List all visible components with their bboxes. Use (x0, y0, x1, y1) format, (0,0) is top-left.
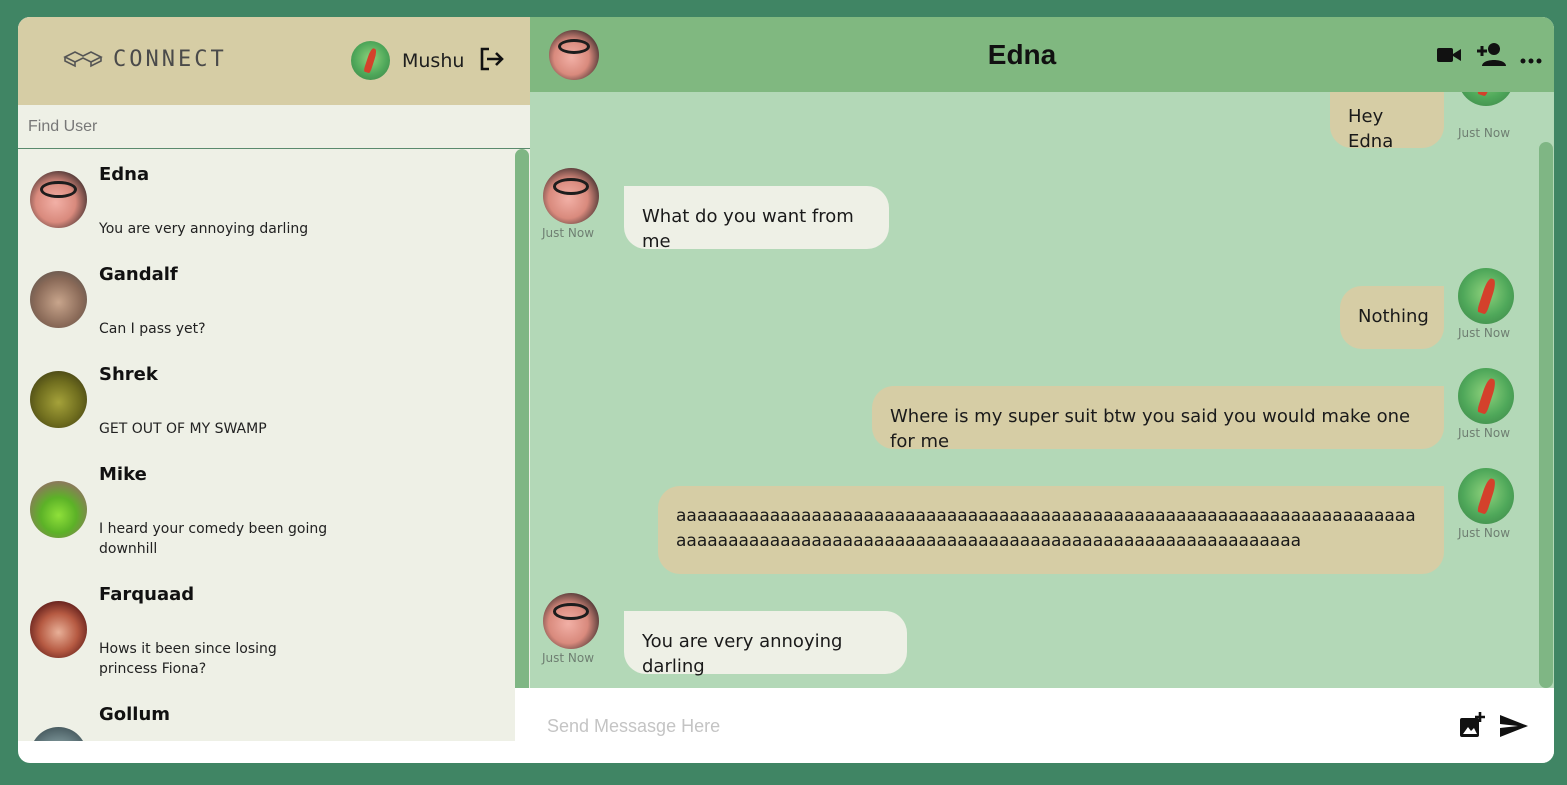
user-list-scrollbar[interactable] (515, 149, 529, 697)
app-window: CONNECT Mushu Edna (18, 17, 1554, 763)
user-item-farquaad[interactable]: Farquaad Hows it been since losing princ… (18, 569, 513, 689)
sidebar: CONNECT Mushu Edna (18, 17, 530, 741)
search-input[interactable] (18, 105, 530, 148)
message-input[interactable] (545, 710, 1429, 742)
user-item-shrek[interactable]: Shrek GET OUT OF MY SWAMP (18, 349, 513, 449)
timestamp: Just Now (1458, 526, 1511, 540)
user-last-message: I heard your comedy been going downhill (99, 521, 328, 557)
more-icon[interactable] (1520, 50, 1542, 69)
avatar (30, 481, 87, 538)
avatar (1458, 368, 1514, 424)
timestamp: Just Now (1458, 426, 1511, 440)
user-item-gandalf[interactable]: Gandalf Can I pass yet? (18, 249, 513, 349)
logout-icon[interactable] (478, 46, 506, 76)
sidebar-header: CONNECT Mushu (18, 17, 530, 105)
timestamp: Just Now (1458, 326, 1511, 340)
current-user: Mushu (351, 41, 506, 80)
avatar (543, 593, 599, 649)
message-bubble: aaaaaaaaaaaaaaaaaaaaaaaaaaaaaaaaaaaaaaaa… (658, 486, 1444, 574)
chat-scrollbar[interactable] (1539, 142, 1553, 688)
video-call-icon[interactable] (1436, 45, 1462, 69)
avatar (30, 271, 87, 328)
current-user-name: Mushu (402, 49, 465, 72)
message-composer (515, 688, 1554, 763)
chat-panel: Edna Hey Edna Just Now Just Now What do … (530, 17, 1554, 763)
chat-header: Edna (530, 17, 1554, 92)
message-bubble: Where is my super suit btw you said you … (872, 386, 1444, 452)
user-list: Edna You are very annoying darling Ganda… (18, 149, 530, 741)
send-icon[interactable] (1499, 714, 1529, 742)
avatar (1458, 92, 1514, 106)
user-item-mike[interactable]: Mike I heard your comedy been going down… (18, 449, 513, 569)
user-last-message: You are very annoying darling (99, 221, 309, 237)
user-name: Gollum (99, 704, 171, 725)
avatar (1458, 268, 1514, 324)
avatar (351, 41, 390, 80)
chat-title: Edna (987, 39, 1057, 70)
user-name: Edna (99, 164, 150, 185)
add-user-icon[interactable] (1476, 41, 1506, 71)
timestamp: Just Now (542, 651, 595, 665)
avatar (543, 168, 599, 224)
timestamp: Just Now (1458, 126, 1511, 140)
message-bubble: Nothing (1340, 286, 1444, 349)
avatar (1458, 468, 1514, 524)
logo-text: CONNECT (113, 47, 227, 72)
find-user-search (18, 105, 530, 149)
avatar (30, 171, 87, 228)
user-last-message: GET OUT OF MY SWAMP (99, 421, 267, 437)
message-bubble: What do you want from me (624, 186, 889, 252)
message-bubble: Hey Edna (1330, 92, 1444, 152)
user-name: Shrek (99, 364, 158, 385)
user-last-message: Hows it been since losing princess Fiona… (99, 641, 277, 677)
user-item-edna[interactable]: Edna You are very annoying darling (18, 149, 513, 249)
avatar (30, 727, 87, 741)
user-name: Mike (99, 464, 147, 485)
avatar (30, 601, 87, 658)
user-item-gollum[interactable]: Gollum (18, 689, 513, 741)
user-name: Gandalf (99, 264, 178, 285)
avatar (30, 371, 87, 428)
timestamp: Just Now (542, 226, 595, 240)
message-list: Hey Edna Just Now Just Now What do you w… (530, 92, 1554, 688)
user-last-message: Can I pass yet? (99, 321, 206, 337)
logo-icon (63, 48, 103, 72)
logo: CONNECT (63, 47, 227, 72)
user-name: Farquaad (99, 584, 195, 605)
add-image-icon[interactable] (1459, 712, 1485, 742)
message-bubble: You are very annoying darling (624, 611, 907, 677)
